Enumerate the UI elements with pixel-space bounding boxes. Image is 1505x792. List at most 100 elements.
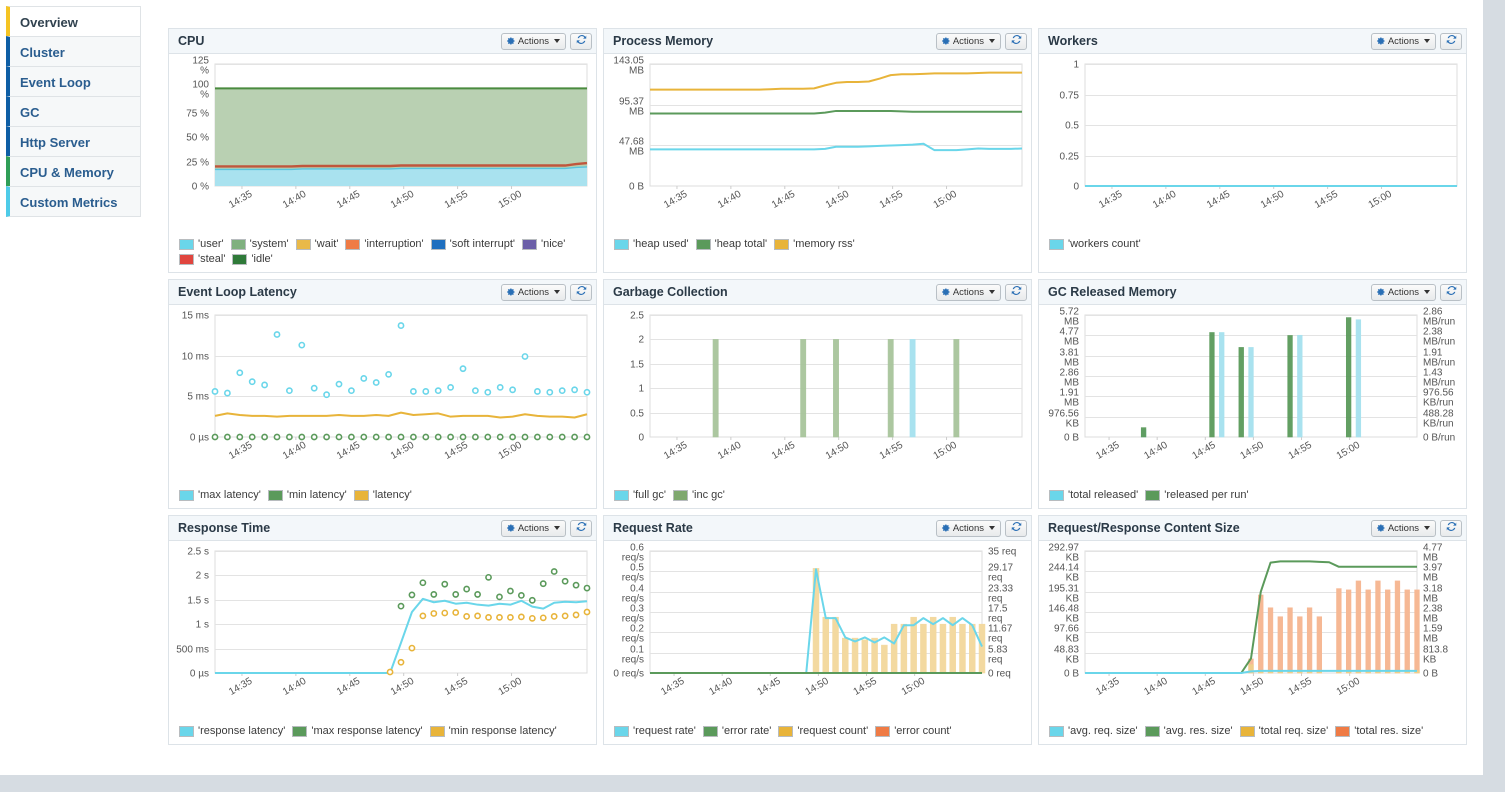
legend-swatch [522, 238, 537, 250]
svg-text:1 s: 1 s [196, 620, 209, 631]
legend-item[interactable]: 'error count' [875, 725, 952, 737]
legend-item[interactable]: 'error rate' [702, 725, 772, 737]
svg-text:14:35: 14:35 [662, 189, 690, 211]
legend-item[interactable]: 'idle' [232, 253, 273, 265]
legend-swatch [695, 238, 711, 250]
legend-item[interactable]: 'avg. req. size' [1049, 725, 1138, 737]
sidebar-item-label: Overview [20, 15, 78, 30]
chart-area: 0 0.25 0.5 0.75 1 14:35 14:40 14:45 14:50 14:55 15… [1039, 54, 1466, 232]
legend-item[interactable]: 'heap used' [614, 238, 689, 250]
sidebar-item-cluster[interactable]: Cluster [6, 36, 141, 67]
legend-item[interactable]: 'soft interrupt' [430, 238, 515, 250]
legend-item[interactable]: 'request rate' [614, 725, 696, 737]
legend-item[interactable]: 'steal' [179, 253, 225, 265]
legend-item[interactable]: 'total res. size' [1335, 725, 1423, 737]
legend-label: 'request count' [797, 725, 869, 737]
chart-legend: 'max latency' 'min latency' 'latency' [169, 483, 596, 508]
svg-text:KB: KB [1066, 634, 1080, 645]
legend-item[interactable]: 'response latency' [179, 725, 285, 737]
chart-legend: 'total released' 'released per run' [1039, 483, 1466, 508]
chart-legend: 'user' 'system' 'wait' 'interruption' 'soft … [169, 232, 596, 272]
refresh-button[interactable] [1005, 32, 1027, 50]
refresh-icon [1011, 521, 1022, 535]
legend-item[interactable]: 'max latency' [179, 489, 261, 501]
svg-text:MB: MB [1423, 634, 1438, 645]
actions-button[interactable]: Actions [1370, 519, 1436, 537]
legend-item[interactable]: 'system' [230, 238, 289, 250]
legend-swatch [875, 725, 891, 737]
actions-button[interactable]: Actions [935, 283, 1001, 301]
refresh-button[interactable] [1005, 519, 1027, 537]
refresh-button[interactable] [570, 283, 592, 301]
legend-item[interactable]: 'user' [179, 238, 224, 250]
refresh-button[interactable] [1005, 283, 1027, 301]
legend-swatch [179, 489, 194, 501]
refresh-button[interactable] [570, 519, 592, 537]
sidebar-item-custom-metrics[interactable]: Custom Metrics [6, 186, 141, 217]
legend-swatch [179, 725, 194, 737]
svg-text:14:40: 14:40 [1142, 440, 1170, 462]
legend-swatch [614, 725, 629, 737]
sidebar-item-http-server[interactable]: Http Server [6, 126, 141, 157]
svg-text:MB: MB [1064, 398, 1079, 409]
legend-item[interactable]: 'avg. res. size' [1144, 725, 1233, 737]
actions-button[interactable]: Actions [935, 32, 1001, 50]
legend-item[interactable]: 'max response latency' [292, 725, 423, 737]
actions-button[interactable]: Actions [935, 519, 1001, 537]
legend-item[interactable]: 'heap total' [695, 238, 767, 250]
legend-item[interactable]: 'wait' [295, 238, 338, 250]
chart-legend: 'heap used' 'heap total' 'memory rss' [604, 232, 1031, 257]
gear-icon [942, 288, 950, 296]
actions-button[interactable]: Actions [1370, 32, 1436, 50]
refresh-button[interactable] [1440, 32, 1462, 50]
legend-item[interactable]: 'nice' [522, 238, 565, 250]
svg-text:1: 1 [1073, 60, 1079, 71]
legend-item[interactable]: 'interruption' [345, 238, 424, 250]
svg-text:req: req [988, 634, 1002, 645]
legend-item[interactable]: 'inc gc' [672, 489, 725, 501]
chevron-down-icon [554, 290, 560, 294]
svg-text:14:35: 14:35 [662, 440, 690, 462]
legend-item[interactable]: 'request count' [778, 725, 868, 737]
legend-item[interactable]: 'total req. size' [1239, 725, 1328, 737]
refresh-icon [1446, 521, 1457, 535]
legend-item[interactable]: 'full gc' [614, 489, 666, 501]
legend-item[interactable]: 'min latency' [267, 489, 347, 501]
legend-item[interactable]: 'memory rss' [774, 238, 855, 250]
refresh-button[interactable] [570, 32, 592, 50]
legend-label: 'error rate' [721, 725, 772, 737]
legend-label: 'nice' [541, 238, 566, 250]
legend-item[interactable]: 'workers count' [1049, 238, 1141, 250]
svg-text:KB/run: KB/run [1423, 419, 1454, 430]
sidebar-item-cpu-memory[interactable]: CPU & Memory [6, 156, 141, 187]
svg-text:MB: MB [629, 147, 644, 158]
legend-swatch [702, 725, 718, 737]
svg-text:14:55: 14:55 [1313, 189, 1341, 211]
svg-text:req: req [988, 614, 1002, 625]
actions-button[interactable]: Actions [1370, 283, 1436, 301]
legend-item[interactable]: 'total released' [1049, 489, 1138, 501]
svg-text:req/s: req/s [622, 594, 644, 605]
sidebar-item-label: GC [20, 105, 40, 120]
panel-garbage_collection: Garbage Collection Actions 0 0.5 1 1.5 2 2.5 14:… [603, 279, 1032, 509]
svg-text:14:50: 14:50 [389, 676, 417, 698]
sidebar-item-overview[interactable]: Overview [6, 6, 141, 37]
sidebar-item-event-loop[interactable]: Event Loop [6, 66, 141, 97]
refresh-button[interactable] [1440, 283, 1462, 301]
actions-button[interactable]: Actions [500, 519, 566, 537]
legend-item[interactable]: 'min response latency' [429, 725, 557, 737]
refresh-button[interactable] [1440, 519, 1462, 537]
sidebar-item-gc[interactable]: GC [6, 96, 141, 127]
sidebar-item-label: Cluster [20, 45, 65, 60]
legend-item[interactable]: 'released per run' [1145, 489, 1249, 501]
legend-label: 'response latency' [198, 725, 286, 737]
svg-text:0: 0 [638, 433, 644, 444]
svg-text:15:00: 15:00 [900, 676, 928, 698]
legend-label: 'heap used' [633, 238, 689, 250]
actions-button[interactable]: Actions [500, 283, 566, 301]
panel-title: Garbage Collection [613, 285, 728, 299]
svg-text:0.25: 0.25 [1060, 152, 1080, 163]
actions-button[interactable]: Actions [500, 32, 566, 50]
svg-text:15:00: 15:00 [1335, 440, 1363, 462]
legend-item[interactable]: 'latency' [353, 489, 412, 501]
